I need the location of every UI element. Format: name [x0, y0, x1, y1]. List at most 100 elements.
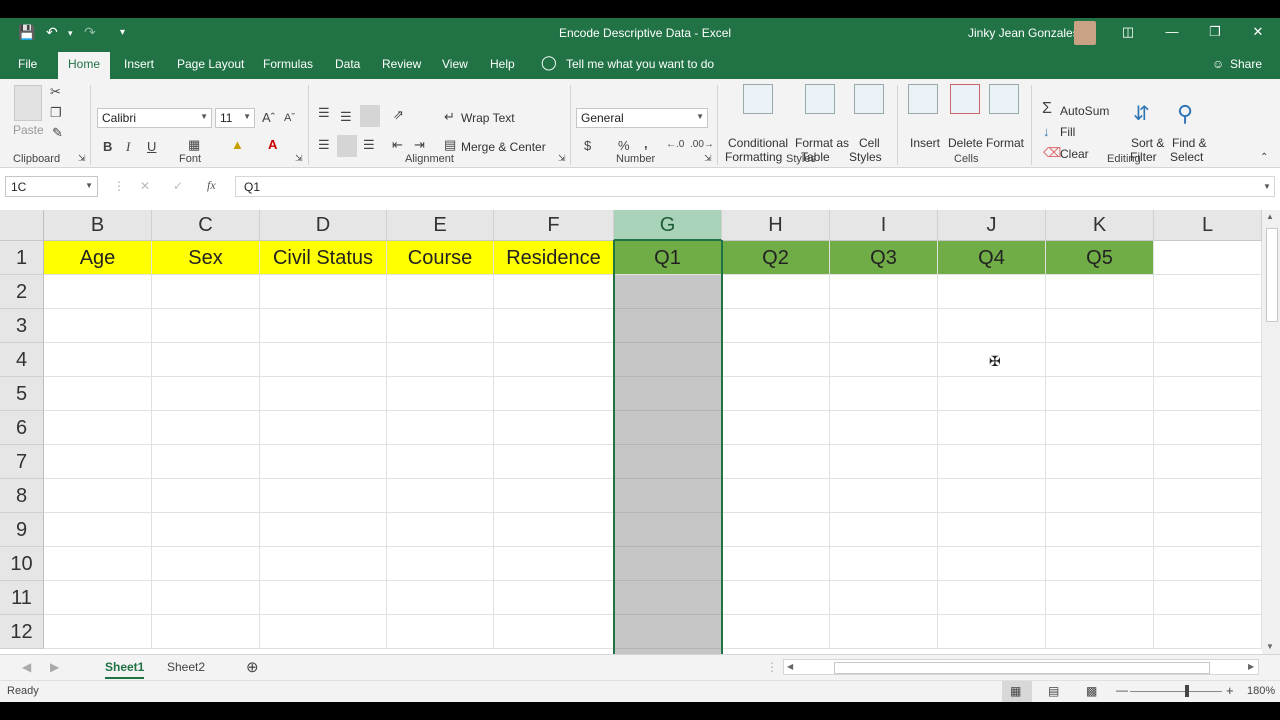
cell-i12[interactable]	[830, 615, 938, 649]
fill-icon[interactable]: ↓	[1043, 124, 1050, 139]
cell-h10[interactable]	[722, 547, 830, 581]
column-header-b[interactable]: B	[44, 210, 152, 241]
cell-f5[interactable]	[494, 377, 614, 411]
cell-e9[interactable]	[387, 513, 494, 547]
enter-icon[interactable]: ✓	[173, 179, 183, 193]
zoom-slider[interactable]	[1130, 691, 1222, 692]
minimize-icon[interactable]: —	[1162, 24, 1182, 39]
next-sheet-icon[interactable]: ▶	[50, 660, 59, 674]
format-cells-button[interactable]: Format	[986, 136, 1024, 150]
vertical-scroll-thumb[interactable]	[1266, 228, 1278, 322]
cell-styles-label-1[interactable]: Cell	[859, 136, 880, 150]
sort-filter-icon[interactable]: ⇵	[1133, 101, 1150, 126]
tab-file[interactable]: File	[18, 57, 37, 71]
cell-f6[interactable]	[494, 411, 614, 445]
conditional-formatting-label-2[interactable]: Formatting	[725, 150, 782, 164]
merge-center-icon[interactable]: ▤	[444, 137, 456, 153]
cell-e7[interactable]	[387, 445, 494, 479]
cell-j9[interactable]	[938, 513, 1046, 547]
header-cell-j1[interactable]: Q4	[938, 241, 1046, 275]
currency-button[interactable]: $	[584, 138, 591, 153]
cell-h2[interactable]	[722, 275, 830, 309]
prev-sheet-icon[interactable]: ◀	[22, 660, 31, 674]
find-select-label-1[interactable]: Find &	[1172, 136, 1207, 150]
restore-icon[interactable]: ❐	[1205, 24, 1225, 40]
cell-l9[interactable]	[1154, 513, 1262, 547]
add-sheet-icon[interactable]: ⊕	[246, 658, 259, 676]
fill-button[interactable]: Fill	[1060, 125, 1075, 139]
fill-color-icon[interactable]: ▲	[231, 137, 244, 152]
number-launcher-icon[interactable]: ⇲	[704, 153, 712, 164]
grow-font-icon[interactable]: Aˆ	[262, 110, 275, 125]
cell-f2[interactable]	[494, 275, 614, 309]
cell-d3[interactable]	[260, 309, 387, 343]
font-launcher-icon[interactable]: ⇲	[295, 153, 303, 164]
cell-e4[interactable]	[387, 343, 494, 377]
cell-e10[interactable]	[387, 547, 494, 581]
cell-j11[interactable]	[938, 581, 1046, 615]
select-all-corner[interactable]	[0, 210, 44, 241]
cell-i5[interactable]	[830, 377, 938, 411]
alignment-launcher-icon[interactable]: ⇲	[558, 153, 566, 164]
cell-l6[interactable]	[1154, 411, 1262, 445]
cell-k7[interactable]	[1046, 445, 1154, 479]
cell-i11[interactable]	[830, 581, 938, 615]
cell-l7[interactable]	[1154, 445, 1262, 479]
cell-c10[interactable]	[152, 547, 260, 581]
cell-b10[interactable]	[44, 547, 152, 581]
format-as-table-icon[interactable]	[805, 84, 835, 114]
cell-f10[interactable]	[494, 547, 614, 581]
sheet-tab-sheet2[interactable]: Sheet2	[167, 660, 205, 674]
column-header-c[interactable]: C	[152, 210, 260, 241]
cell-k6[interactable]	[1046, 411, 1154, 445]
horizontal-scroll-thumb[interactable]	[834, 662, 1210, 674]
cell-l8[interactable]	[1154, 479, 1262, 513]
copy-icon[interactable]: ❐	[50, 105, 62, 121]
row-header-8[interactable]: 8	[0, 479, 44, 513]
cell-i2[interactable]	[830, 275, 938, 309]
zoom-slider-thumb[interactable]	[1185, 685, 1189, 697]
cell-k10[interactable]	[1046, 547, 1154, 581]
cell-e11[interactable]	[387, 581, 494, 615]
row-header-6[interactable]: 6	[0, 411, 44, 445]
cell-j3[interactable]	[938, 309, 1046, 343]
zoom-out-icon[interactable]: —	[1116, 683, 1128, 697]
cell-f4[interactable]	[494, 343, 614, 377]
cell-f12[interactable]	[494, 615, 614, 649]
decrease-decimal-icon[interactable]: .00→	[690, 139, 714, 150]
align-bottom-icon[interactable]	[360, 105, 380, 127]
cell-f11[interactable]	[494, 581, 614, 615]
conditional-formatting-icon[interactable]	[743, 84, 773, 114]
align-middle-icon[interactable]: ☰	[340, 109, 352, 125]
cell-f7[interactable]	[494, 445, 614, 479]
ribbon-display-icon[interactable]: ◫	[1118, 24, 1138, 40]
cell-c12[interactable]	[152, 615, 260, 649]
comma-button[interactable]: ,	[644, 136, 648, 151]
cell-f8[interactable]	[494, 479, 614, 513]
cell-j8[interactable]	[938, 479, 1046, 513]
underline-button[interactable]: U	[147, 139, 156, 154]
insert-cells-button[interactable]: Insert	[910, 136, 940, 150]
name-box[interactable]: 1C ▼	[5, 176, 98, 197]
cell-d2[interactable]	[260, 275, 387, 309]
sort-filter-label-1[interactable]: Sort &	[1131, 136, 1164, 150]
format-cells-icon[interactable]	[989, 84, 1019, 114]
cell-h4[interactable]	[722, 343, 830, 377]
cell-h3[interactable]	[722, 309, 830, 343]
cell-b9[interactable]	[44, 513, 152, 547]
zoom-in-icon[interactable]: +	[1226, 683, 1234, 698]
close-icon[interactable]: ✕	[1248, 24, 1268, 40]
cell-f9[interactable]	[494, 513, 614, 547]
cell-d9[interactable]	[260, 513, 387, 547]
header-cell-c1[interactable]: Sex	[152, 241, 260, 275]
column-header-i[interactable]: I	[830, 210, 938, 241]
cell-b8[interactable]	[44, 479, 152, 513]
row-header-11[interactable]: 11	[0, 581, 44, 615]
header-cell-h1[interactable]: Q2	[722, 241, 830, 275]
user-name[interactable]: Jinky Jean Gonzales	[968, 26, 1079, 40]
cell-b7[interactable]	[44, 445, 152, 479]
cell-b2[interactable]	[44, 275, 152, 309]
paste-icon[interactable]	[14, 85, 42, 121]
cell-b11[interactable]	[44, 581, 152, 615]
italic-button[interactable]: I	[126, 139, 130, 155]
